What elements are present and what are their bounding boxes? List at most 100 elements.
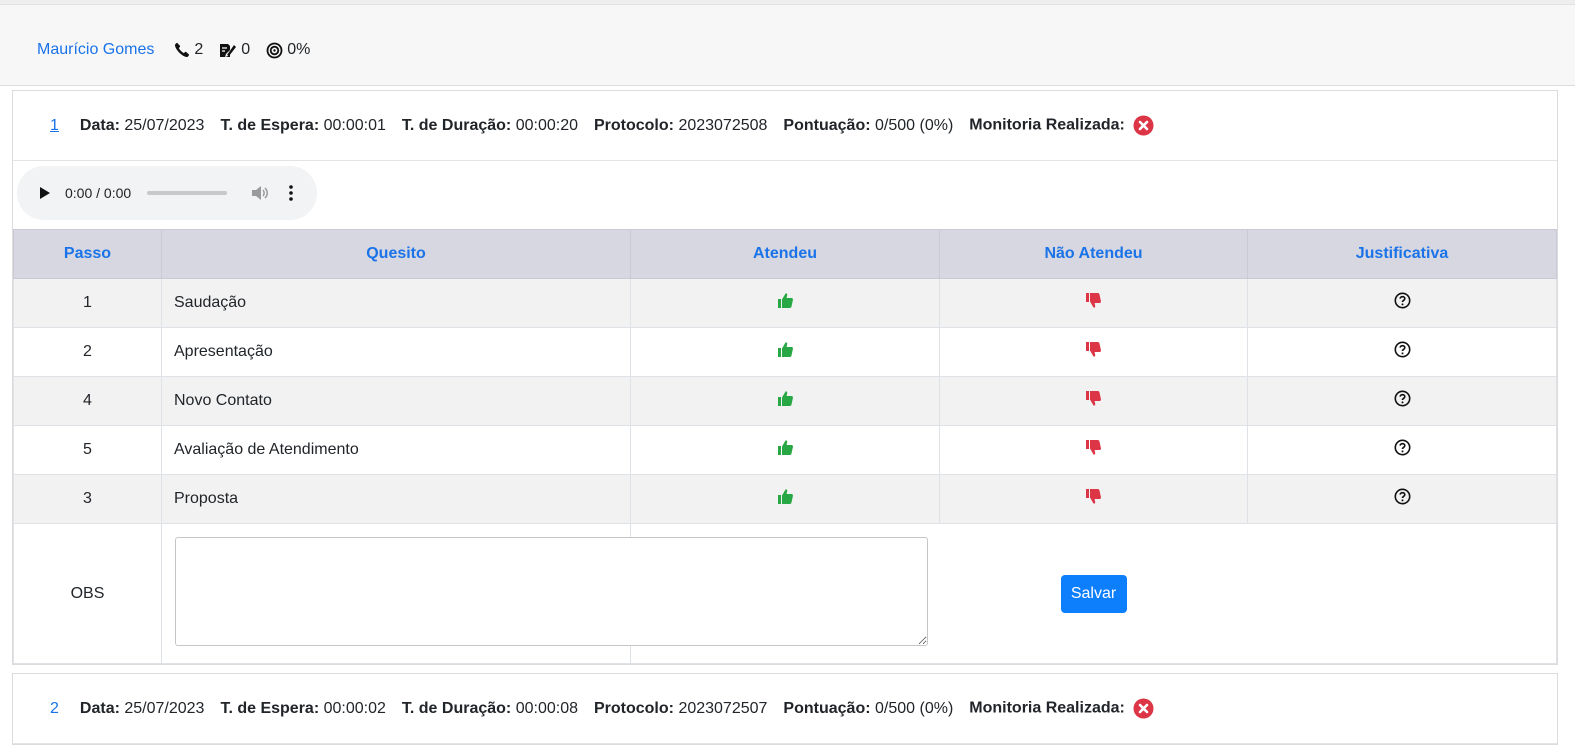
protocol-value: 2023072507	[678, 699, 768, 717]
score-label: Pontuação:	[783, 699, 871, 717]
justify-cell	[1247, 376, 1557, 426]
score-field: Pontuação: 0/500 (0%)	[783, 117, 953, 135]
thumbs-up-icon[interactable]	[777, 341, 794, 363]
date-label: Data:	[79, 699, 120, 717]
thumbs-up-icon[interactable]	[777, 390, 794, 412]
header-justificativa: Justificativa	[1247, 229, 1557, 279]
agent-header-bar: Maurício Gomes 2 0 0%	[0, 4, 1575, 86]
more-options-icon[interactable]	[289, 185, 293, 201]
reject-cell	[939, 425, 1248, 475]
approve-cell	[630, 474, 940, 524]
reject-cell	[939, 278, 1248, 328]
duration-label: T. de Duração:	[401, 116, 512, 134]
table-header-row: Passo Quesito Atendeu Não Atendeu Justif…	[13, 229, 1557, 279]
play-icon[interactable]	[39, 186, 51, 200]
audio-section: 0:00 / 0:00	[13, 161, 1557, 229]
protocol-field: Protocolo: 2023072508	[594, 117, 767, 135]
x-circle-icon	[1133, 115, 1154, 136]
question-circle-icon[interactable]	[1394, 341, 1411, 363]
score-stat: 0%	[266, 41, 310, 59]
date-field: Data: 25/07/2023	[80, 700, 205, 718]
table-row: 2 Apresentação	[13, 327, 1557, 377]
thumbs-up-icon[interactable]	[777, 439, 794, 461]
wait-time-field: T. de Espera: 00:00:01	[220, 117, 385, 135]
monitoring-label: Monitoria Realizada:	[969, 699, 1125, 717]
score-label: Pontuação:	[783, 116, 871, 134]
audio-time: 0:00 / 0:00	[65, 185, 132, 201]
record-card-2: 2 Data: 25/07/2023 T. de Espera: 00:00:0…	[12, 673, 1558, 745]
wait-time-value: 00:00:02	[323, 699, 386, 717]
reject-cell	[939, 376, 1248, 426]
step-cell: 1	[13, 278, 162, 328]
thumbs-down-icon[interactable]	[1085, 341, 1102, 363]
obs-textarea[interactable]	[175, 536, 928, 646]
criterion-cell: Saudação	[161, 278, 631, 328]
question-circle-icon[interactable]	[1394, 488, 1411, 510]
calls-count: 2	[194, 41, 204, 58]
question-circle-icon[interactable]	[1394, 292, 1411, 314]
step-cell: 4	[13, 376, 162, 426]
save-button[interactable]: Salvar	[1060, 574, 1127, 613]
obs-label: OBS	[13, 523, 162, 664]
thumbs-up-icon[interactable]	[777, 488, 794, 510]
protocol-value: 2023072508	[678, 116, 768, 134]
thumbs-down-icon[interactable]	[1085, 488, 1102, 510]
approve-cell	[630, 327, 940, 377]
criterion-cell: Proposta	[161, 474, 631, 524]
protocol-label: Protocolo:	[593, 116, 674, 134]
reviews-stat: 0	[219, 41, 250, 59]
phone-icon	[175, 42, 190, 58]
approve-cell	[630, 278, 940, 328]
step-cell: 5	[13, 425, 162, 475]
record-header: 1 Data: 25/07/2023 T. de Espera: 00:00:0…	[13, 91, 1557, 161]
monitoring-field: Monitoria Realizada:	[969, 115, 1154, 136]
criterion-cell: Avaliação de Atendimento	[161, 425, 631, 475]
table-row: 4 Novo Contato	[13, 376, 1557, 426]
header-quesito: Quesito	[161, 229, 631, 279]
signature-icon	[220, 44, 237, 57]
date-value: 25/07/2023	[124, 116, 205, 134]
table-row: 5 Avaliação de Atendimento	[13, 425, 1557, 475]
justify-cell	[1247, 278, 1557, 328]
duration-value: 00:00:20	[515, 116, 578, 134]
date-field: Data: 25/07/2023	[80, 117, 205, 135]
score-value: 0%	[287, 41, 311, 58]
obs-row: OBS Salvar	[13, 523, 1557, 664]
evaluation-table: Passo Quesito Atendeu Não Atendeu Justif…	[13, 229, 1557, 664]
thumbs-down-icon[interactable]	[1085, 439, 1102, 461]
record-number-link[interactable]: 2	[50, 700, 59, 718]
record-header: 2 Data: 25/07/2023 T. de Espera: 00:00:0…	[13, 674, 1557, 744]
score-value: 0/500 (0%)	[875, 116, 954, 134]
header-passo: Passo	[13, 229, 162, 279]
header-nao-atendeu: Não Atendeu	[939, 229, 1248, 279]
date-label: Data:	[79, 116, 120, 134]
record-card-1: 1 Data: 25/07/2023 T. de Espera: 00:00:0…	[12, 90, 1558, 665]
thumbs-up-icon[interactable]	[777, 292, 794, 314]
monitoring-label: Monitoria Realizada:	[969, 116, 1125, 134]
table-row: 1 Saudação	[13, 278, 1557, 328]
agent-name-link[interactable]: Maurício Gomes	[37, 41, 154, 59]
calls-stat: 2	[174, 41, 203, 59]
protocol-label: Protocolo:	[593, 699, 674, 717]
protocol-field: Protocolo: 2023072507	[594, 700, 767, 718]
thumbs-down-icon[interactable]	[1085, 292, 1102, 314]
wait-time-label: T. de Espera:	[220, 699, 320, 717]
justify-cell	[1247, 425, 1557, 475]
criterion-cell: Apresentação	[161, 327, 631, 377]
duration-value: 00:00:08	[515, 699, 578, 717]
record-number-link[interactable]: 1	[50, 117, 59, 135]
header-atendeu: Atendeu	[630, 229, 940, 279]
wait-time-label: T. de Espera:	[220, 116, 320, 134]
x-circle-icon	[1133, 698, 1154, 719]
wait-time-value: 00:00:01	[323, 116, 386, 134]
reject-cell	[939, 327, 1248, 377]
question-circle-icon[interactable]	[1394, 390, 1411, 412]
audio-seek-bar[interactable]	[147, 191, 228, 195]
question-circle-icon[interactable]	[1394, 439, 1411, 461]
duration-field: T. de Duração: 00:00:08	[402, 700, 578, 718]
volume-icon[interactable]	[251, 185, 269, 201]
step-cell: 2	[13, 327, 162, 377]
duration-field: T. de Duração: 00:00:20	[402, 117, 578, 135]
thumbs-down-icon[interactable]	[1085, 390, 1102, 412]
approve-cell	[630, 376, 940, 426]
